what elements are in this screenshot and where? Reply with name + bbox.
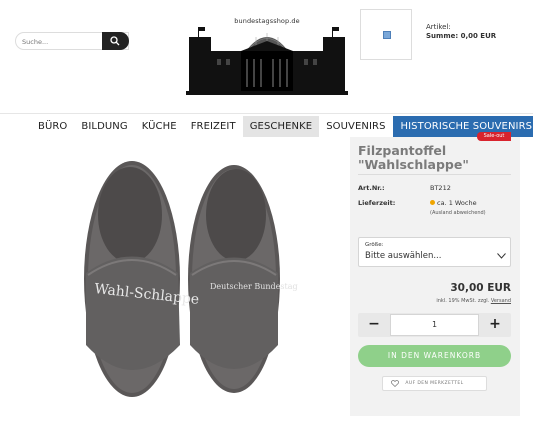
sale-badge: Sale-out [477, 132, 511, 141]
slipper-right-text: Deutscher Bundestag [210, 282, 298, 291]
delivery-note: (Ausland abweichend) [430, 210, 486, 216]
nav-item-freizeit[interactable]: FREIZEIT [184, 116, 243, 137]
product-image[interactable]: Wahl-Schlappe Deutscher Bundestag [52, 145, 314, 405]
shipping-link[interactable]: Versand [491, 298, 511, 304]
quantity-minus-button[interactable]: − [358, 313, 390, 337]
nav-item-souvenirs[interactable]: SOUVENIRS [319, 116, 392, 137]
reichstag-icon [186, 27, 348, 95]
cart-sum[interactable]: Summe: 0,00 EUR [426, 32, 496, 40]
product-price: 30,00 EUR [450, 282, 511, 294]
nav-item-geschenke[interactable]: GESCHENKE [242, 116, 320, 137]
cart-preview-box[interactable] [360, 9, 412, 60]
product-title-line2: "Wahlschlappe" [358, 157, 469, 172]
tax-note: inkl. 19% MwSt. zzgl. Versand [400, 298, 511, 304]
add-to-cart-button[interactable]: IN DEN WARENKORB [358, 345, 511, 367]
search-button[interactable] [102, 32, 129, 50]
sku-label: Art.Nr.: [358, 184, 385, 192]
size-value: Bitte auswählen... [365, 251, 442, 261]
divider [358, 174, 511, 175]
nav-item-historische-souvenirs[interactable]: HISTORISCHE SOUVENIRS [392, 116, 533, 137]
cart-image-icon [383, 31, 391, 39]
site-header: bundestagsshop.de [0, 0, 533, 114]
wishlist-button[interactable]: AUF DEN MERKZETTEL [382, 376, 487, 391]
slippers-image: Wahl-Schlappe Deutscher Bundestag [84, 161, 298, 397]
quantity-plus-button[interactable]: + [479, 313, 511, 337]
delivery-status-icon [430, 200, 435, 205]
delivery-value: ca. 1 Woche [430, 199, 477, 207]
site-logo[interactable]: bundestagsshop.de [186, 17, 348, 95]
main-navigation: BÜRO BILDUNG KÜCHE FREIZEIT GESCHENKE SO… [31, 116, 533, 137]
product-title: Filzpantoffel "Wahlschlappe" [358, 144, 513, 172]
wishlist-label: AUF DEN MERKZETTEL [405, 381, 464, 386]
nav-item-bildung[interactable]: BILDUNG [74, 116, 134, 137]
size-label: Größe: [365, 242, 384, 248]
quantity-input[interactable]: 1 [390, 314, 479, 336]
quantity-stepper: − 1 + [358, 313, 511, 337]
logo-text: bundestagsshop.de [234, 17, 300, 25]
buy-box [350, 137, 520, 416]
product-title-line1: Filzpantoffel [358, 143, 447, 158]
search-icon [110, 36, 120, 46]
heart-icon [391, 380, 399, 387]
chevron-down-icon [497, 253, 506, 259]
tax-text: inkl. 19% MwSt. zzgl. [436, 298, 490, 304]
size-select[interactable]: Größe: Bitte auswählen... [358, 237, 511, 267]
delivery-label: Lieferzeit: [358, 199, 396, 207]
nav-item-kueche[interactable]: KÜCHE [135, 116, 184, 137]
cart-items-label[interactable]: Artikel: [426, 23, 451, 31]
sku-value: BT212 [430, 184, 451, 192]
delivery-time: ca. 1 Woche [437, 199, 477, 207]
nav-item-buero[interactable]: BÜRO [31, 116, 74, 137]
search-input[interactable] [22, 35, 102, 48]
